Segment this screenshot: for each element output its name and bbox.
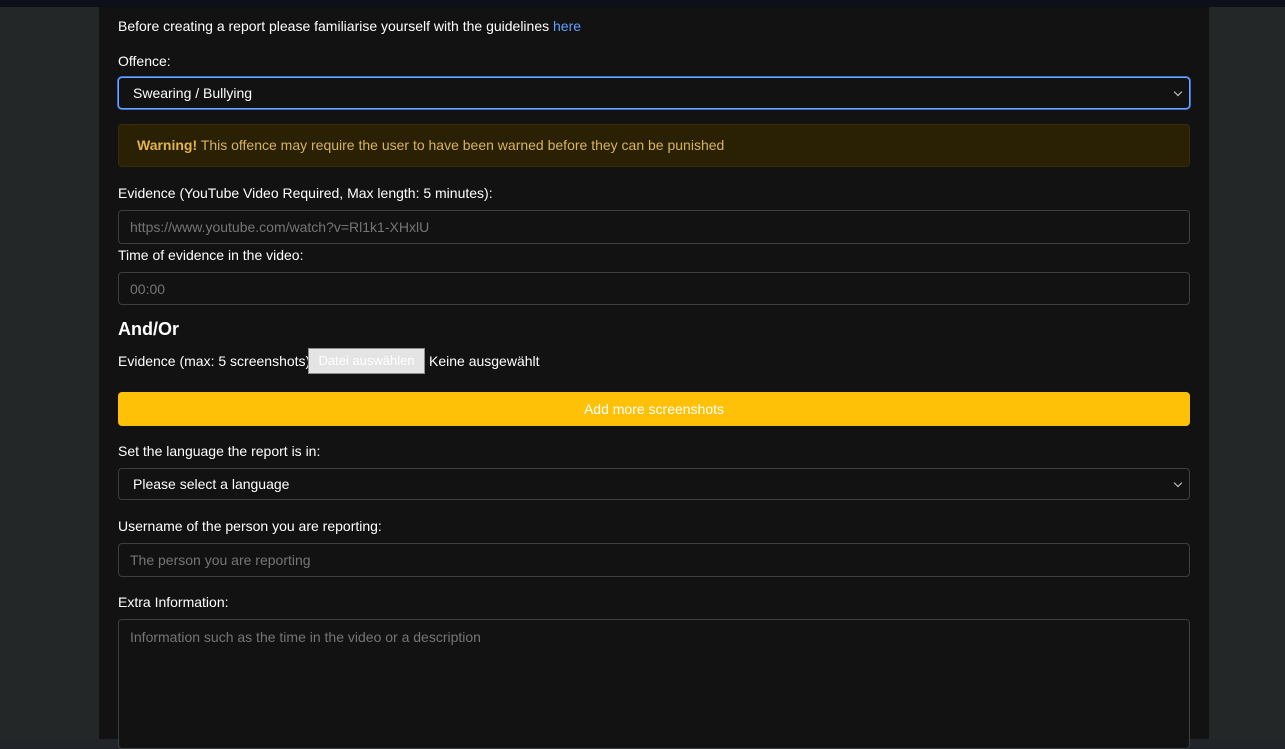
language-selected-value: Please select a language (133, 476, 290, 492)
chevron-down-icon (1173, 87, 1183, 97)
guidelines-intro-text: Before creating a report please familiar… (118, 18, 554, 34)
warning-title: Warning! (137, 137, 198, 153)
extra-info-textarea[interactable] (118, 619, 1190, 749)
screenshots-label: Evidence (max: 5 screenshots): (118, 353, 315, 369)
evidence-time-input[interactable] (118, 272, 1190, 305)
offence-select[interactable]: Swearing / Bullying (118, 77, 1190, 109)
and-or-heading: And/Or (118, 319, 179, 339)
extra-info-label: Extra Information: (118, 594, 229, 610)
add-more-screenshots-button[interactable]: Add more screenshots (118, 392, 1190, 426)
offence-label: Offence: (118, 53, 171, 69)
evidence-video-input[interactable] (118, 210, 1190, 244)
report-form: Before creating a report please familiar… (99, 7, 1209, 749)
guidelines-intro: Before creating a report please familiar… (118, 17, 581, 35)
username-input[interactable] (118, 543, 1190, 577)
language-select[interactable]: Please select a language (118, 468, 1190, 500)
page-margin-left (0, 7, 99, 739)
evidence-time-label: Time of evidence in the video: (118, 247, 304, 263)
username-label: Username of the person you are reporting… (118, 518, 382, 534)
top-bar (0, 0, 1285, 7)
warning-message: This offence may require the user to hav… (197, 137, 725, 153)
evidence-video-label: Evidence (YouTube Video Required, Max le… (118, 185, 493, 201)
chevron-down-icon (1173, 478, 1183, 488)
language-label: Set the language the report is in: (118, 443, 321, 459)
choose-file-button[interactable]: Datei auswählen (308, 348, 425, 374)
guidelines-link[interactable]: here (553, 18, 581, 34)
file-status-text: Keine ausgewählt (429, 353, 540, 369)
warning-alert: Warning! This offence may require the us… (118, 124, 1190, 167)
page-margin-right (1209, 7, 1285, 739)
offence-selected-value: Swearing / Bullying (133, 85, 253, 101)
